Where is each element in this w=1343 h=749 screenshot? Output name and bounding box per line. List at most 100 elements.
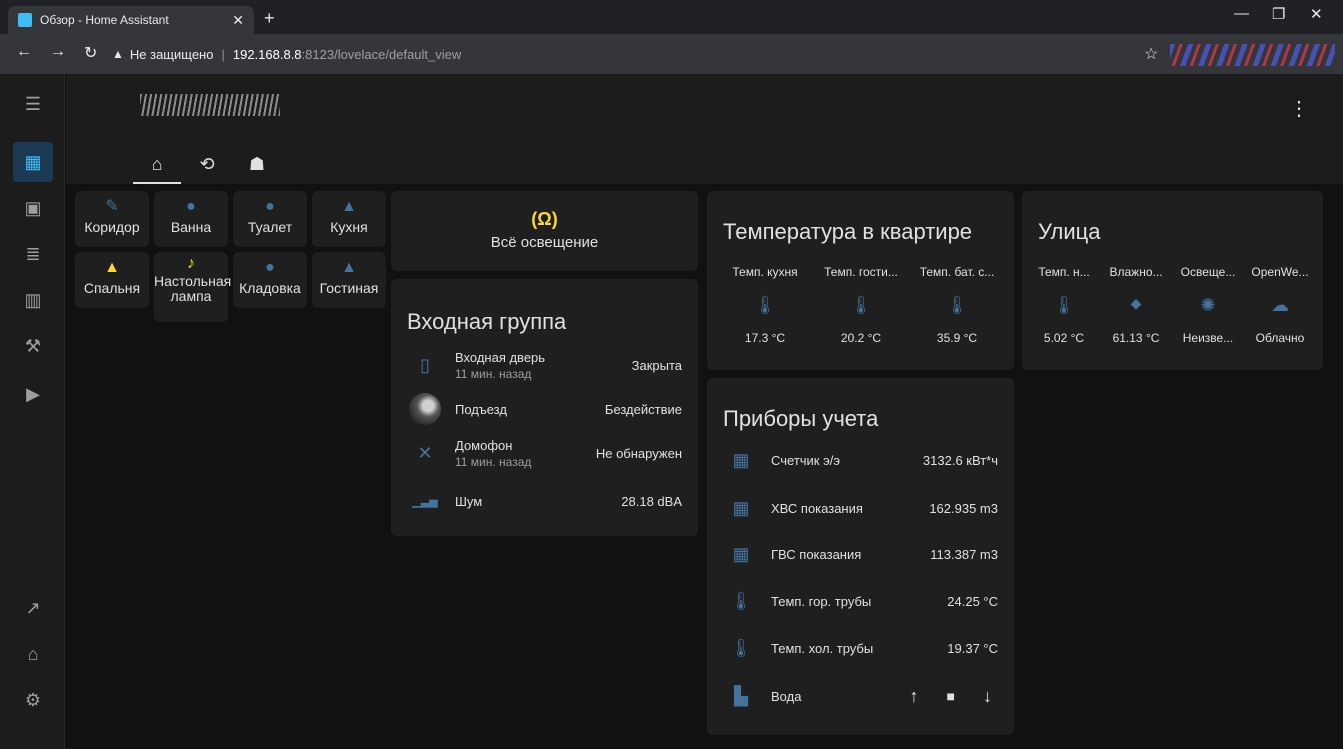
settings-icon[interactable]: ⚙ [13,680,53,720]
ceiling-light-icon: ▲ [104,259,120,276]
entity-row[interactable]: ▯ Входная дверь 11 мин. назад Закрыта [407,345,682,385]
room-button-label: Настольная лампа [154,273,232,304]
media-icon[interactable]: ▶ [13,374,53,414]
view-tab-robot[interactable]: ☗ [233,146,281,182]
glance-item[interactable]: Темп. гости... 🌡 20.2 °C [815,265,907,345]
glance-item[interactable]: Темп. н... 🌡 5.02 °C [1028,265,1100,345]
water-valve-row: ▙ Вода ↑ ■ ↓ [723,676,998,716]
forward-icon[interactable]: → [50,43,66,61]
thermometer-icon: 🌡 [945,295,969,315]
close-tab-icon[interactable]: ✕ [232,12,244,29]
entity-row[interactable]: ▦ Счетчик э/э 3132.6 кВт*ч [723,440,998,480]
browser-tab[interactable]: Обзор - Home Assistant ✕ [8,6,254,34]
chart-box-icon[interactable]: ▥ [13,280,53,320]
camera-avatar-icon [407,393,443,425]
card-title: Приборы учета [723,406,879,431]
thermometer-icon: 🌡 [729,637,753,658]
entity-row[interactable]: ▁▃▅ Шум 28.18 dBA [407,481,682,521]
entity-row[interactable]: ▦ ГВС показания 113.387 m3 [723,534,998,574]
room-button-label: Кухня [330,219,368,235]
entity-row[interactable]: Подъезд Бездействие [407,389,682,429]
room-button-tualet[interactable]: ● Туалет [233,191,307,247]
room-button-label: Гостиная [319,280,379,296]
close-arrow-down-icon[interactable]: ↓ [983,686,992,707]
ha-sidebar: ☰ ▦ ▣ ≣ ▥ ⚒ ▶ ↗ ⌂ ⚙ [0,74,65,749]
back-icon[interactable]: ← [16,43,32,61]
entity-name: ХВС показания [771,500,863,516]
restore-icon[interactable]: ❐ [1272,5,1285,23]
room-button-spalnya[interactable]: ▲ Спальня [75,252,149,308]
glance-state: Облачно [1255,331,1305,345]
entity-name: Вода [771,688,802,704]
room-button-label: Кладовка [239,280,301,296]
hammer-icon[interactable]: ↗ [13,588,53,628]
meters-card: Приборы учета ▦ Счетчик э/э 3132.6 кВт*ч… [707,378,1014,735]
open-arrow-up-icon[interactable]: ↑ [910,686,919,707]
wrench-icon[interactable]: ⚒ [13,326,53,366]
brightness-icon: ✺ [1200,295,1216,315]
glance-item[interactable]: Освеще... ✺ Неизве... [1172,265,1244,345]
close-window-icon[interactable]: ✕ [1310,5,1323,23]
reload-icon[interactable]: ↻ [84,43,97,63]
minimize-icon[interactable]: — [1234,5,1249,22]
history-icon: ⟲ [199,153,215,174]
entity-state: 24.25 °C [947,593,998,609]
glance-name: Влажно... [1109,265,1163,279]
overview-icon[interactable]: ▦ [13,142,53,182]
glance-name: Освеще... [1180,265,1236,279]
cloud-icon: ☁ [1271,295,1289,315]
browser-tab-bar: Обзор - Home Assistant ✕ + — ❐ ✕ [0,0,1343,34]
glance-item[interactable]: Темп. бат. с... 🌡 35.9 °C [911,265,1003,345]
room-button-kuhnya[interactable]: ▲ Кухня [312,191,386,247]
url-field[interactable]: ▲ Не защищено | 192.168.8.8 :8123/lovela… [112,40,1112,68]
glance-state: 5.02 °C [1043,331,1085,345]
menu-icon[interactable]: ☰ [13,84,53,124]
entity-row[interactable]: ▦ ХВС показания 162.935 m3 [723,488,998,528]
view-tab-home[interactable]: ⌂ [133,146,181,184]
all-lights-button[interactable]: (Ω) Всё освещение [391,191,698,271]
door-closed-icon: ▯ [420,354,430,375]
glance-item[interactable]: Влажно... ◆ 61.13 °C [1100,265,1172,345]
counter-icon: ▦ [732,449,750,470]
entity-row[interactable]: 🌡 Темп. хол. трубы 19.37 °C [723,628,998,668]
overflow-menu-icon[interactable]: ⋮ [1289,96,1309,121]
room-button-vanna[interactable]: ● Ванна [154,191,228,247]
stop-square-icon[interactable]: ■ [947,688,955,704]
room-button-gostinaya[interactable]: ▲ Гостиная [312,252,386,308]
glance-name: Темп. кухня [732,265,798,279]
entity-row[interactable]: ✕ Домофон 11 мин. назад Не обнаружен [407,433,682,473]
home-settings-icon[interactable]: ⌂ [13,634,53,674]
led-strip-icon: ✎ [105,198,119,215]
new-tab-icon[interactable]: + [264,8,275,29]
room-button-kladovka[interactable]: ● Кладовка [233,252,307,308]
dashboard-title-logo [140,94,280,116]
extensions-icon[interactable] [1170,44,1335,66]
glance-state: 61.13 °C [1112,331,1160,345]
bookmark-star-icon[interactable]: ☆ [1144,44,1158,64]
counter-icon: ▦ [732,543,750,564]
entity-name: Счетчик э/э [771,452,840,468]
glance-state: Неизве... [1182,331,1234,345]
url-separator: | [221,46,225,62]
entity-state: 162.935 m3 [929,500,998,516]
account-box-icon[interactable]: ▣ [13,188,53,228]
home-outline-icon: ⌂ [151,153,163,174]
room-button-label: Ванна [170,219,212,235]
entity-row[interactable]: 🌡 Темп. гор. трубы 24.25 °C [723,581,998,621]
thermometer-icon: 🌡 [1052,295,1076,315]
room-button-label: Коридор [84,219,140,235]
entity-state: 28.18 dBA [621,493,682,509]
glance-name: OpenWe... [1251,265,1309,279]
room-button-nastolnaya-lampa[interactable]: ♪ Настольная лампа [154,252,232,322]
thermometer-icon: 🌡 [849,295,873,315]
entity-name: ГВС показания [771,546,862,562]
glance-item[interactable]: OpenWe... ☁ Облачно [1244,265,1316,345]
glance-item[interactable]: Темп. кухня 🌡 17.3 °C [719,265,811,345]
format-list-icon[interactable]: ≣ [13,234,53,274]
water-percent-icon: ◆ [1130,295,1142,311]
thermometer-icon: 🌡 [729,590,753,611]
room-button-koridor[interactable]: ✎ Коридор [75,191,149,247]
entity-name: Входная дверь [455,349,546,365]
glance-name: Темп. н... [1038,265,1090,279]
view-tab-history[interactable]: ⟲ [183,146,231,182]
